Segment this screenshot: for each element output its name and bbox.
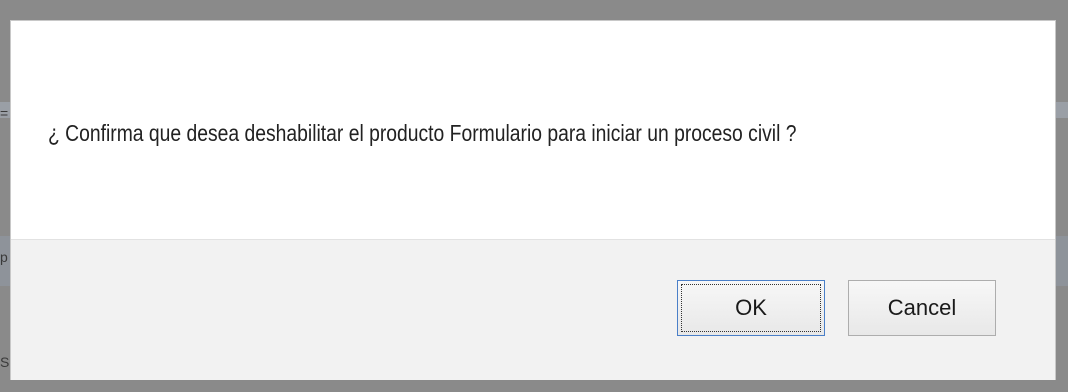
backdrop-text-fragment: p [0, 249, 8, 265]
backdrop-text-fragment: S [0, 354, 10, 370]
dialog-footer: OK Cancel [11, 239, 1055, 380]
dialog-body: ¿ Confirma que desea deshabilitar el pro… [11, 21, 1055, 239]
ok-button-label: OK [735, 295, 767, 320]
backdrop-text-fragment: = [0, 105, 9, 121]
cancel-button[interactable]: Cancel [848, 280, 996, 336]
confirm-dialog: ¿ Confirma que desea deshabilitar el pro… [10, 20, 1056, 380]
ok-button[interactable]: OK [677, 280, 825, 336]
confirm-message: ¿ Confirma que desea deshabilitar el pro… [48, 120, 797, 146]
